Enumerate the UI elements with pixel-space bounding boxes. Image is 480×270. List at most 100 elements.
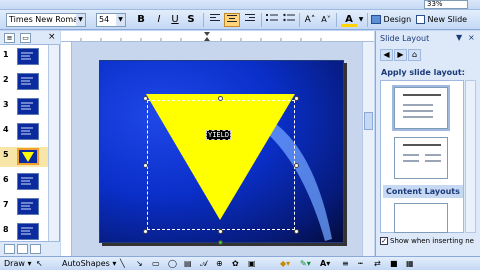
- slide-thumbnail[interactable]: [17, 73, 39, 90]
- shadow-style-icon[interactable]: ■: [390, 258, 398, 270]
- normal-view-button[interactable]: [4, 244, 15, 254]
- 3d-style-icon[interactable]: ▦: [406, 258, 414, 270]
- clipart-icon[interactable]: ✿: [232, 258, 239, 270]
- rotate-handle[interactable]: [218, 240, 223, 245]
- align-left-icon: [210, 14, 220, 21]
- align-right-button[interactable]: [242, 13, 258, 27]
- line-icon[interactable]: ╲: [120, 258, 125, 270]
- close-icon[interactable]: ×: [48, 32, 56, 42]
- resize-handle[interactable]: [218, 229, 223, 234]
- resize-handle[interactable]: [143, 96, 148, 101]
- resize-handle[interactable]: [294, 96, 299, 101]
- dash-style-icon[interactable]: ┅: [358, 258, 363, 270]
- layout-title-and-text[interactable]: [392, 85, 450, 131]
- slide-number: 6: [3, 175, 9, 184]
- font-name-combo[interactable]: Times New Roman ▼: [6, 13, 86, 27]
- arrow-icon[interactable]: ↘: [136, 258, 143, 270]
- line-style-icon[interactable]: ≡: [342, 258, 349, 270]
- layout-two-column-text[interactable]: [394, 137, 448, 179]
- resize-handle[interactable]: [294, 229, 299, 234]
- chevron-down-icon[interactable]: ▼: [76, 14, 85, 26]
- numbering-button[interactable]: [264, 13, 280, 27]
- draw-menu-button[interactable]: Draw ▾: [4, 258, 31, 270]
- shrink-font-button[interactable]: A˅: [318, 13, 334, 27]
- resize-handle[interactable]: [143, 163, 148, 168]
- diagram-icon[interactable]: ⊕: [216, 258, 223, 270]
- slide-thumbnail[interactable]: [17, 173, 39, 190]
- fill-color-icon[interactable]: ◆▾: [280, 258, 290, 270]
- grow-font-button[interactable]: A˄: [302, 13, 318, 27]
- tab-slides[interactable]: ▭: [20, 33, 31, 43]
- slide-thumbnail-row[interactable]: 1: [0, 47, 48, 67]
- italic-button[interactable]: I: [151, 13, 167, 27]
- textbox-icon[interactable]: ▤: [184, 258, 192, 270]
- bold-button[interactable]: B: [133, 13, 149, 27]
- line-color-icon[interactable]: ✎▾: [300, 258, 311, 270]
- font-size-combo[interactable]: 54 ▼: [96, 13, 126, 27]
- resize-handle[interactable]: [294, 163, 299, 168]
- wordart-icon[interactable]: 𝒜: [200, 258, 208, 270]
- home-icon[interactable]: ⌂: [408, 49, 421, 61]
- font-color-button[interactable]: A: [341, 13, 357, 27]
- slides-pane-scrollbar[interactable]: [48, 45, 59, 256]
- shape-selection-frame[interactable]: [145, 98, 297, 232]
- slide-thumbnail[interactable]: [17, 223, 39, 240]
- shadow-button[interactable]: S: [183, 13, 199, 27]
- scroll-thumb[interactable]: [364, 112, 373, 130]
- slide-thumbnail[interactable]: [17, 198, 39, 215]
- chevron-down-icon[interactable]: ▼: [357, 13, 365, 27]
- checkbox-checked-icon[interactable]: ✓: [380, 237, 388, 245]
- layout-gallery: Content Layouts: [380, 80, 464, 233]
- numbered-list-icon: [266, 14, 278, 21]
- resize-handle[interactable]: [218, 96, 223, 101]
- bullet-list-icon: [283, 13, 295, 22]
- align-center-button[interactable]: [224, 13, 240, 27]
- select-objects-icon[interactable]: ↖: [36, 258, 43, 270]
- slide-thumbnail-row[interactable]: 4: [0, 122, 48, 142]
- design-button[interactable]: Design: [371, 13, 411, 27]
- task-pane-scrollbar[interactable]: [465, 80, 476, 233]
- chevron-down-icon[interactable]: ▼: [456, 33, 462, 42]
- picture-icon[interactable]: ▣: [248, 258, 256, 270]
- autoshapes-menu-button[interactable]: AutoShapes ▾: [62, 258, 116, 270]
- chevron-down-icon[interactable]: ▼: [116, 14, 125, 26]
- slide-thumbnail[interactable]: [17, 123, 39, 140]
- tab-outline[interactable]: ≡: [4, 33, 15, 43]
- zoom-combo[interactable]: 33%: [424, 0, 468, 9]
- resize-handle[interactable]: [143, 229, 148, 234]
- slide-thumbnail-row[interactable]: 5: [0, 147, 48, 167]
- vertical-ruler: [61, 42, 72, 256]
- slide-sorter-view-button[interactable]: [17, 244, 28, 254]
- rectangle-icon[interactable]: ▭: [152, 258, 160, 270]
- slide-thumbnail-row[interactable]: 3: [0, 97, 48, 117]
- oval-icon[interactable]: ◯: [168, 258, 177, 270]
- close-icon[interactable]: ×: [468, 33, 475, 42]
- slide-scrollbar[interactable]: [362, 42, 374, 256]
- drawing-toolbar: Draw ▾ ↖ AutoShapes ▾ ╲ ↘ ▭ ◯ ▤ 𝒜 ⊕ ✿ ▣ …: [0, 256, 480, 270]
- layout-blank[interactable]: [394, 203, 448, 233]
- slide-canvas[interactable]: YIELD: [99, 60, 344, 245]
- underline-button[interactable]: U: [167, 13, 183, 27]
- slide-thumbnail[interactable]: [17, 48, 39, 65]
- arrow-style-icon[interactable]: ⇄: [374, 258, 381, 270]
- slide-thumbnail[interactable]: [17, 148, 39, 165]
- toolbar-separator: [367, 13, 368, 27]
- align-right-icon: [245, 14, 255, 21]
- back-icon[interactable]: ◀: [380, 49, 393, 61]
- slide-thumbnail[interactable]: [17, 98, 39, 115]
- bullets-button[interactable]: [281, 13, 297, 27]
- shape-text[interactable]: YIELD: [206, 130, 232, 140]
- slide-thumbnail-row[interactable]: 8: [0, 222, 48, 242]
- new-slide-button[interactable]: New Slide: [416, 13, 467, 27]
- align-left-button[interactable]: [207, 13, 223, 27]
- apply-layout-heading: Apply slide layout:: [381, 68, 465, 77]
- font-color-icon[interactable]: A▾: [320, 258, 330, 270]
- forward-icon[interactable]: ▶: [394, 49, 407, 61]
- font-name-value: Times New Roman: [9, 15, 84, 24]
- slide-thumbnail-row[interactable]: 6: [0, 172, 48, 192]
- show-when-inserting-checkbox[interactable]: ✓ Show when inserting ne: [380, 237, 474, 245]
- new-slide-label: New Slide: [427, 15, 468, 24]
- slide-thumbnail-row[interactable]: 2: [0, 72, 48, 92]
- slide-thumbnail-row[interactable]: 7: [0, 197, 48, 217]
- slideshow-view-button[interactable]: [30, 244, 41, 254]
